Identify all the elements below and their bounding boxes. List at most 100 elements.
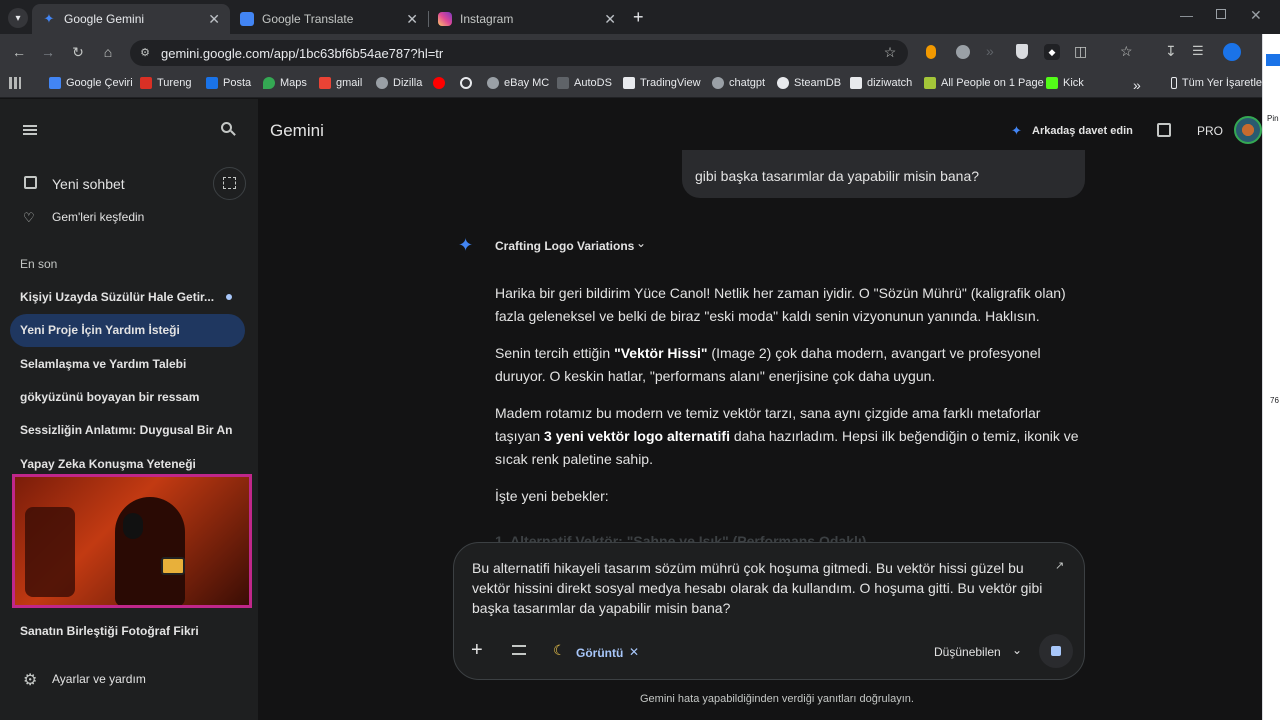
bookmark-item[interactable]: Maps	[263, 77, 307, 89]
gemini-spark-icon: ✦	[458, 235, 474, 255]
diziwatch-icon	[850, 77, 862, 89]
all-people-icon	[924, 77, 936, 89]
bookmarks-overflow-button[interactable]: »	[1133, 77, 1141, 93]
back-arrow-icon[interactable]: ←	[10, 43, 28, 61]
globe-icon	[376, 77, 388, 89]
media-icon[interactable]: ☰	[1192, 43, 1204, 59]
response-paragraph: İşte yeni bebekler:	[495, 488, 609, 504]
gemini-favicon-icon: ✦	[43, 11, 55, 26]
bookmark-star-icon[interactable]: ☆	[881, 43, 899, 61]
bookmark-item[interactable]: Tureng	[140, 77, 191, 89]
explore-gems-link[interactable]: Gem'leri keşfedin	[52, 210, 144, 224]
close-icon[interactable]: ✕	[406, 11, 418, 28]
mail-icon	[206, 77, 218, 89]
bookmark-item[interactable]	[460, 77, 477, 89]
bold-phrase: "Vektör Hissi"	[614, 345, 708, 361]
stop-icon	[1051, 646, 1061, 656]
tab-google-gemini[interactable]: ✦ Google Gemini ✕	[32, 4, 230, 34]
response-paragraph: Harika bir geri bildirim Yüce Canol! Net…	[495, 285, 1066, 324]
new-chat-button[interactable]: Yeni sohbet	[52, 176, 125, 192]
phone-shape	[161, 557, 185, 575]
recent-chat-item[interactable]: Yapay Zeka Konuşma Yeteneği	[20, 457, 196, 471]
close-icon[interactable]: ✕	[208, 11, 220, 28]
extension-icon[interactable]	[956, 45, 970, 59]
archive-icon[interactable]	[1157, 123, 1171, 137]
settings-help-link[interactable]: Ayarlar ve yardım	[52, 672, 146, 686]
site-info-icon[interactable]: ⚙	[136, 43, 154, 61]
extension-icon[interactable]	[926, 45, 936, 59]
bookmark-item[interactable]: chatgpt	[712, 77, 765, 89]
recent-chat-item[interactable]: Sessizliğin Anlatımı: Duygusal Bir An	[20, 423, 232, 437]
edge-badge	[1266, 54, 1280, 66]
download-icon[interactable]: ↧	[1165, 43, 1177, 60]
chatgpt-icon	[712, 77, 724, 89]
home-icon[interactable]: ⌂	[99, 43, 117, 61]
recent-chat-item[interactable]: Kişiyi Uzayda Süzülür Hale Getir...	[20, 290, 214, 304]
new-tab-button[interactable]: +	[633, 8, 644, 26]
bookmark-item[interactable]	[433, 77, 450, 89]
reading-list-icon[interactable]: ☆	[1120, 43, 1133, 60]
recent-chat-item[interactable]: gökyüzünü boyayan bir ressam	[20, 390, 199, 404]
maps-pin-icon	[263, 77, 275, 89]
bookmark-item[interactable]: Posta	[206, 77, 251, 89]
extension-icon[interactable]: ◆	[1044, 44, 1060, 60]
shield-icon[interactable]	[1016, 44, 1028, 59]
bold-phrase: 3 yeni vektör logo alternatifi	[544, 428, 730, 444]
bookmark-item[interactable]: TradingView	[623, 77, 701, 89]
chip-close-icon[interactable]: ✕	[629, 645, 639, 659]
forward-arrow-icon[interactable]: →	[39, 43, 57, 61]
circle-icon	[460, 77, 472, 89]
app-title[interactable]: Gemini	[270, 121, 324, 141]
bookmark-item[interactable]: SteamDB	[777, 77, 841, 89]
bookmark-item[interactable]: All People on 1 Page	[924, 77, 1044, 89]
gmail-icon	[319, 77, 331, 89]
recent-chat-item-active[interactable]: Yeni Proje İçin Yardım İsteği	[20, 323, 180, 337]
edge-label: 76	[1270, 396, 1279, 405]
chevron-down-icon[interactable]: ⌄	[636, 236, 646, 250]
prompt-input[interactable]: Bu alternatifi hikayeli tasarım sözüm mü…	[472, 558, 1052, 618]
extension-icon[interactable]: »	[986, 43, 994, 59]
chevron-down-icon[interactable]: ⌄	[1012, 643, 1022, 657]
reload-icon[interactable]: ↻	[69, 43, 87, 61]
profile-avatar-icon[interactable]	[1223, 43, 1241, 61]
close-icon[interactable]: ✕	[604, 11, 616, 28]
invite-friends-button[interactable]: Arkadaş davet edin	[1032, 125, 1133, 137]
tab-google-translate[interactable]: Google Translate ✕	[230, 4, 428, 34]
steam-icon	[777, 77, 789, 89]
bookmark-item[interactable]: AutoDS	[557, 77, 612, 89]
unread-dot	[226, 294, 232, 300]
apps-grid-icon[interactable]	[9, 77, 21, 89]
image-tool-chip[interactable]: Görüntü	[576, 646, 623, 660]
add-attachment-button[interactable]: +	[471, 640, 483, 660]
tureng-icon	[140, 77, 152, 89]
bookmark-item[interactable]: Dizilla	[376, 77, 422, 89]
disclaimer-text: Gemini hata yapabildiğinden verdiği yanı…	[640, 693, 914, 705]
puzzle-icon[interactable]: ◫	[1074, 43, 1087, 60]
recent-chat-item[interactable]: Selamlaşma ve Yardım Talebi	[20, 357, 186, 371]
all-bookmarks-folder[interactable]: Tüm Yer İşaretle	[1171, 77, 1262, 89]
youtube-icon	[433, 77, 445, 89]
response-paragraph: Senin tercih ettiğin "Vektör Hissi" (Ima…	[495, 345, 1041, 384]
bookmark-item[interactable]: Kick	[1046, 77, 1084, 89]
recent-heading: En son	[20, 257, 58, 271]
recent-chat-item[interactable]: Sanatın Birleştiği Fotoğraf Fikri	[20, 624, 199, 638]
autods-icon	[557, 77, 569, 89]
model-selector[interactable]: Düşünebilen	[934, 645, 1001, 659]
bookmark-item[interactable]: eBay MC	[487, 77, 549, 89]
tools-icon[interactable]	[512, 645, 526, 655]
tab-search-button[interactable]: ▾	[8, 8, 28, 28]
bookmark-item[interactable]: diziwatch	[850, 77, 912, 89]
bookmark-item[interactable]: gmail	[319, 77, 362, 89]
restore-window-icon[interactable]	[1216, 9, 1226, 19]
expand-icon[interactable]: ↗	[1055, 559, 1064, 572]
extensions-area: » ◆ ◫ ☆ ↧ ☰	[920, 43, 1250, 61]
bookmark-item[interactable]: Google Çeviri	[49, 77, 133, 89]
settings-gear-icon[interactable]: ⚙	[23, 670, 37, 690]
close-window-icon[interactable]: ✕	[1250, 7, 1262, 24]
minimize-window-icon[interactable]: —	[1180, 8, 1193, 23]
tab-instagram[interactable]: Instagram ✕	[428, 4, 626, 34]
tab-label: Instagram	[460, 12, 514, 26]
user-avatar[interactable]	[1234, 116, 1262, 144]
thinking-toggle[interactable]: Crafting Logo Variations	[495, 239, 634, 253]
new-chat-icon[interactable]	[24, 176, 37, 189]
